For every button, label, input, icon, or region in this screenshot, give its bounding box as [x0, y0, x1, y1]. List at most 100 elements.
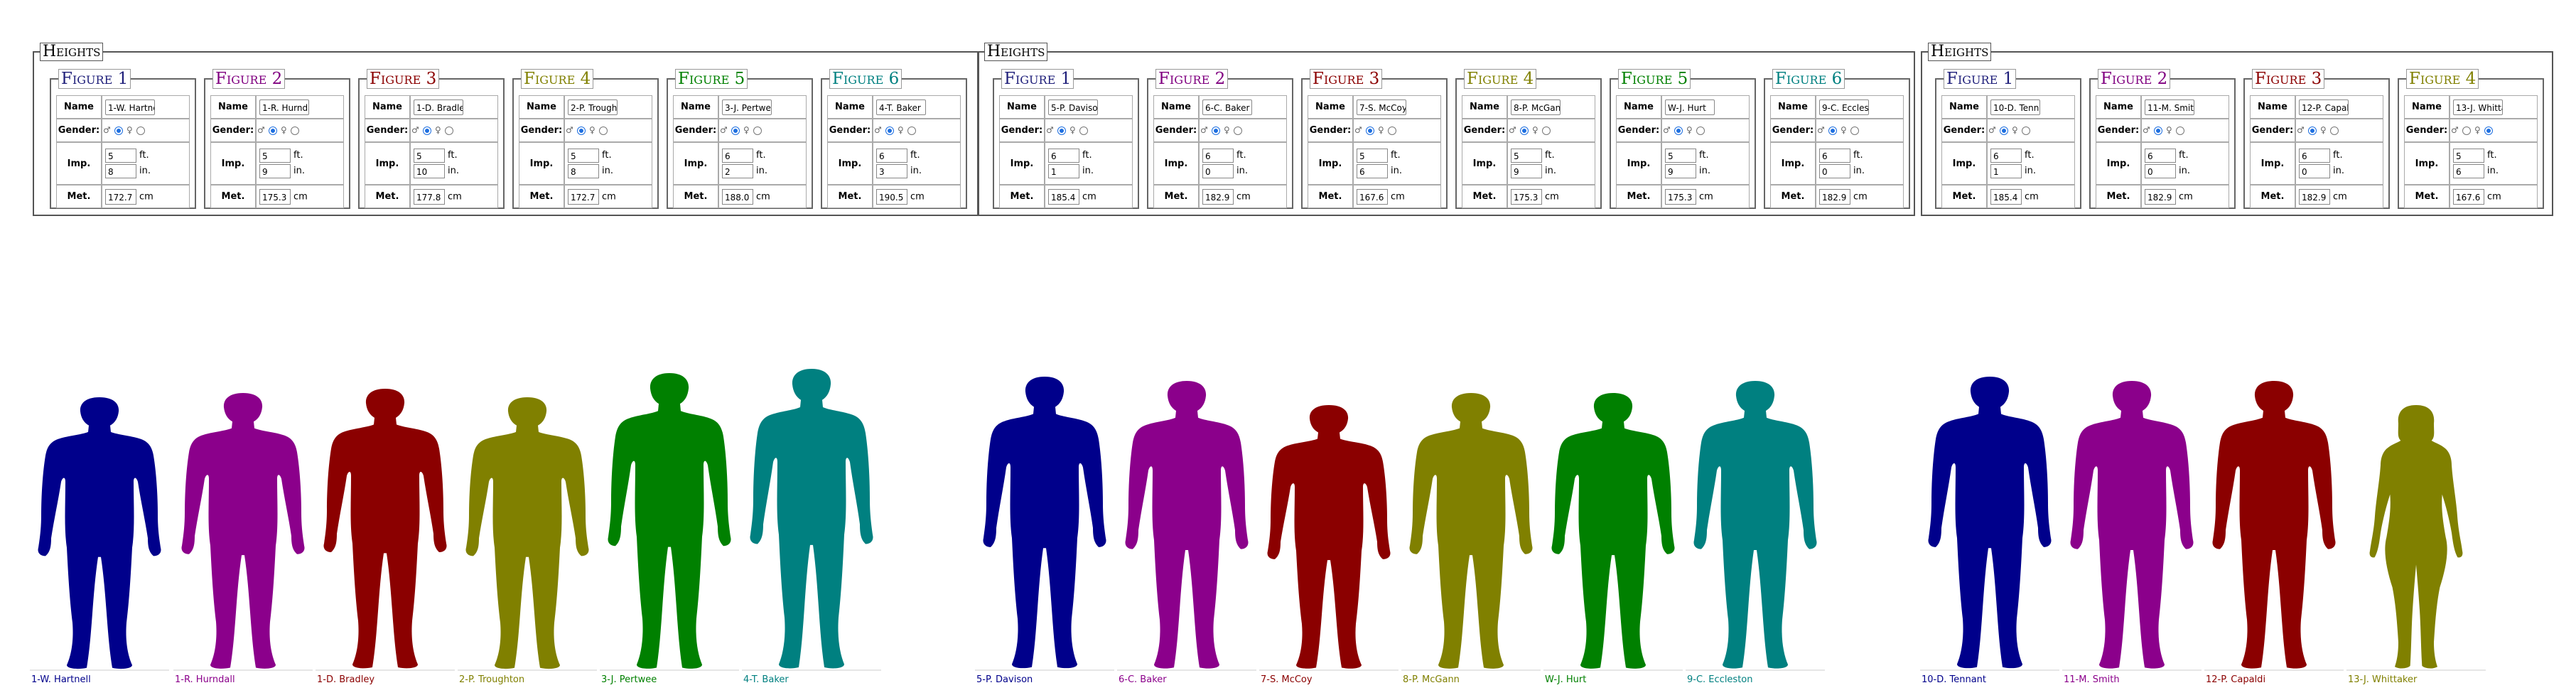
inches-input[interactable]: 6: [2453, 163, 2484, 178]
name-input[interactable]: 8-P. McGann: [1511, 99, 1561, 115]
inches-input[interactable]: 1: [1990, 163, 2022, 178]
centimeters-input[interactable]: 185.4: [1048, 188, 1079, 205]
figure-caption: 5-P. Davison: [976, 674, 1033, 685]
gender-male-radio[interactable]: [885, 126, 894, 135]
gender-male-radio[interactable]: [1057, 126, 1066, 135]
gender-female-radio[interactable]: [1696, 126, 1705, 135]
feet-input[interactable]: 6: [1048, 148, 1079, 163]
inches-input[interactable]: 0: [1202, 163, 1234, 178]
centimeters-input[interactable]: 182.9: [1202, 188, 1234, 205]
inches-input[interactable]: 8: [105, 163, 136, 178]
feet-input[interactable]: 5: [568, 148, 599, 163]
feet-input[interactable]: 6: [876, 148, 907, 163]
gender-female-radio[interactable]: [1233, 126, 1242, 135]
feet-input[interactable]: 6: [1819, 148, 1850, 163]
gender-male-radio[interactable]: [422, 126, 431, 135]
inches-input[interactable]: 2: [722, 163, 753, 178]
gender-male-radio[interactable]: [1828, 126, 1837, 135]
gender-female-radio[interactable]: [907, 126, 916, 135]
gender-male-radio[interactable]: [1365, 126, 1374, 135]
gender-female-radio[interactable]: [1850, 126, 1859, 135]
centimeters-input[interactable]: 167.6: [2453, 188, 2484, 205]
centimeters-input[interactable]: 175.3: [259, 188, 291, 205]
name-input[interactable]: 10-D. Tennant: [1990, 99, 2040, 115]
inches-input[interactable]: 1: [1048, 163, 1079, 178]
gender-female-radio[interactable]: [753, 126, 762, 135]
feet-input[interactable]: 6: [1990, 148, 2022, 163]
name-input[interactable]: 3-J. Pertwee: [722, 99, 772, 115]
name-input[interactable]: 2-P. Troughton: [568, 99, 618, 115]
gender-male-radio[interactable]: [114, 126, 123, 135]
name-input[interactable]: 1-R. Hurndall: [259, 99, 309, 115]
inches-input[interactable]: 9: [259, 163, 291, 178]
inches-input[interactable]: 0: [1819, 163, 1850, 178]
gender-male-radio[interactable]: [1519, 126, 1529, 135]
inches-input[interactable]: 0: [2145, 163, 2176, 178]
inches-input[interactable]: 9: [1511, 163, 1542, 178]
name-input[interactable]: 1-D. Bradley: [414, 99, 463, 115]
feet-input[interactable]: 5: [1665, 148, 1696, 163]
centimeters-input[interactable]: 182.9: [2299, 188, 2330, 205]
centimeters-input[interactable]: 167.6: [1357, 188, 1388, 205]
gender-female-radio[interactable]: [2484, 126, 2493, 135]
inches-input[interactable]: 3: [876, 163, 907, 178]
inches-input[interactable]: 10: [414, 163, 445, 178]
gender-female-radio[interactable]: [2329, 126, 2339, 135]
name-input[interactable]: 5-P. Davison: [1048, 99, 1098, 115]
gender-female-radio[interactable]: [136, 126, 145, 135]
centimeters-input[interactable]: 190.5: [876, 188, 907, 205]
gender-female-radio[interactable]: [1541, 126, 1551, 135]
inches-input[interactable]: 0: [2299, 163, 2330, 178]
centimeters-input[interactable]: 175.3: [1511, 188, 1542, 205]
centimeters-input[interactable]: 177.8: [414, 188, 445, 205]
name-input[interactable]: 4-T. Baker: [876, 99, 926, 115]
gender-male-radio[interactable]: [1674, 126, 1683, 135]
name-input[interactable]: 7-S. McCoy: [1357, 99, 1406, 115]
gender-male-radio[interactable]: [1999, 126, 2008, 135]
centimeters-input[interactable]: 188.0: [722, 188, 753, 205]
figure-card: Figure 6 Name 4-T. Baker Gender: ♂ ♀ Imp…: [821, 69, 967, 209]
centimeters-input[interactable]: 172.7: [105, 188, 136, 205]
name-input[interactable]: 12-P. Capaldi: [2299, 99, 2349, 115]
feet-input[interactable]: 5: [259, 148, 291, 163]
feet-input[interactable]: 6: [2299, 148, 2330, 163]
name-input[interactable]: 6-C. Baker: [1202, 99, 1252, 115]
gender-female-radio[interactable]: [1079, 126, 1088, 135]
centimeters-input[interactable]: 175.3: [1665, 188, 1696, 205]
centimeters-input[interactable]: 182.9: [1819, 188, 1850, 205]
gender-female-radio[interactable]: [444, 126, 453, 135]
name-input[interactable]: 11-M. Smith: [2145, 99, 2194, 115]
gender-female-radio[interactable]: [2175, 126, 2184, 135]
gender-male-radio[interactable]: [2307, 126, 2317, 135]
feet-input[interactable]: 6: [722, 148, 753, 163]
name-input[interactable]: 13-J. Whittaker: [2453, 99, 2503, 115]
feet-input[interactable]: 5: [2453, 148, 2484, 163]
feet-input[interactable]: 5: [1511, 148, 1542, 163]
figure-silhouette: [463, 397, 591, 669]
centimeters-input[interactable]: 185.4: [1990, 188, 2022, 205]
inches-input[interactable]: 8: [568, 163, 599, 178]
gender-female-radio[interactable]: [1387, 126, 1396, 135]
gender-female-radio[interactable]: [290, 126, 299, 135]
inches-input[interactable]: 9: [1665, 163, 1696, 178]
gender-female-radio[interactable]: [598, 126, 608, 135]
feet-input[interactable]: 5: [1357, 148, 1388, 163]
gender-male-radio[interactable]: [2153, 126, 2162, 135]
name-input[interactable]: 9-C. Eccleston: [1819, 99, 1869, 115]
gender-male-radio[interactable]: [2462, 126, 2471, 135]
gender-male-radio[interactable]: [576, 126, 586, 135]
centimeters-input[interactable]: 172.7: [568, 188, 599, 205]
name-input[interactable]: 1-W. Hartnell: [105, 99, 155, 115]
gender-male-radio[interactable]: [1211, 126, 1220, 135]
feet-input[interactable]: 5: [105, 148, 136, 163]
gender-male-radio[interactable]: [268, 126, 277, 135]
name-input[interactable]: W-J. Hurt: [1665, 99, 1715, 115]
inches-input[interactable]: 6: [1357, 163, 1388, 178]
gender-female-radio[interactable]: [2021, 126, 2030, 135]
centimeters-input[interactable]: 182.9: [2145, 188, 2176, 205]
feet-input[interactable]: 6: [2145, 148, 2176, 163]
feet-input[interactable]: 5: [414, 148, 445, 163]
feet-input[interactable]: 6: [1202, 148, 1234, 163]
gender-male-radio[interactable]: [731, 126, 740, 135]
heights-panel: Heights Figure 1 Name 5-P. Davison Gende…: [977, 43, 1915, 216]
